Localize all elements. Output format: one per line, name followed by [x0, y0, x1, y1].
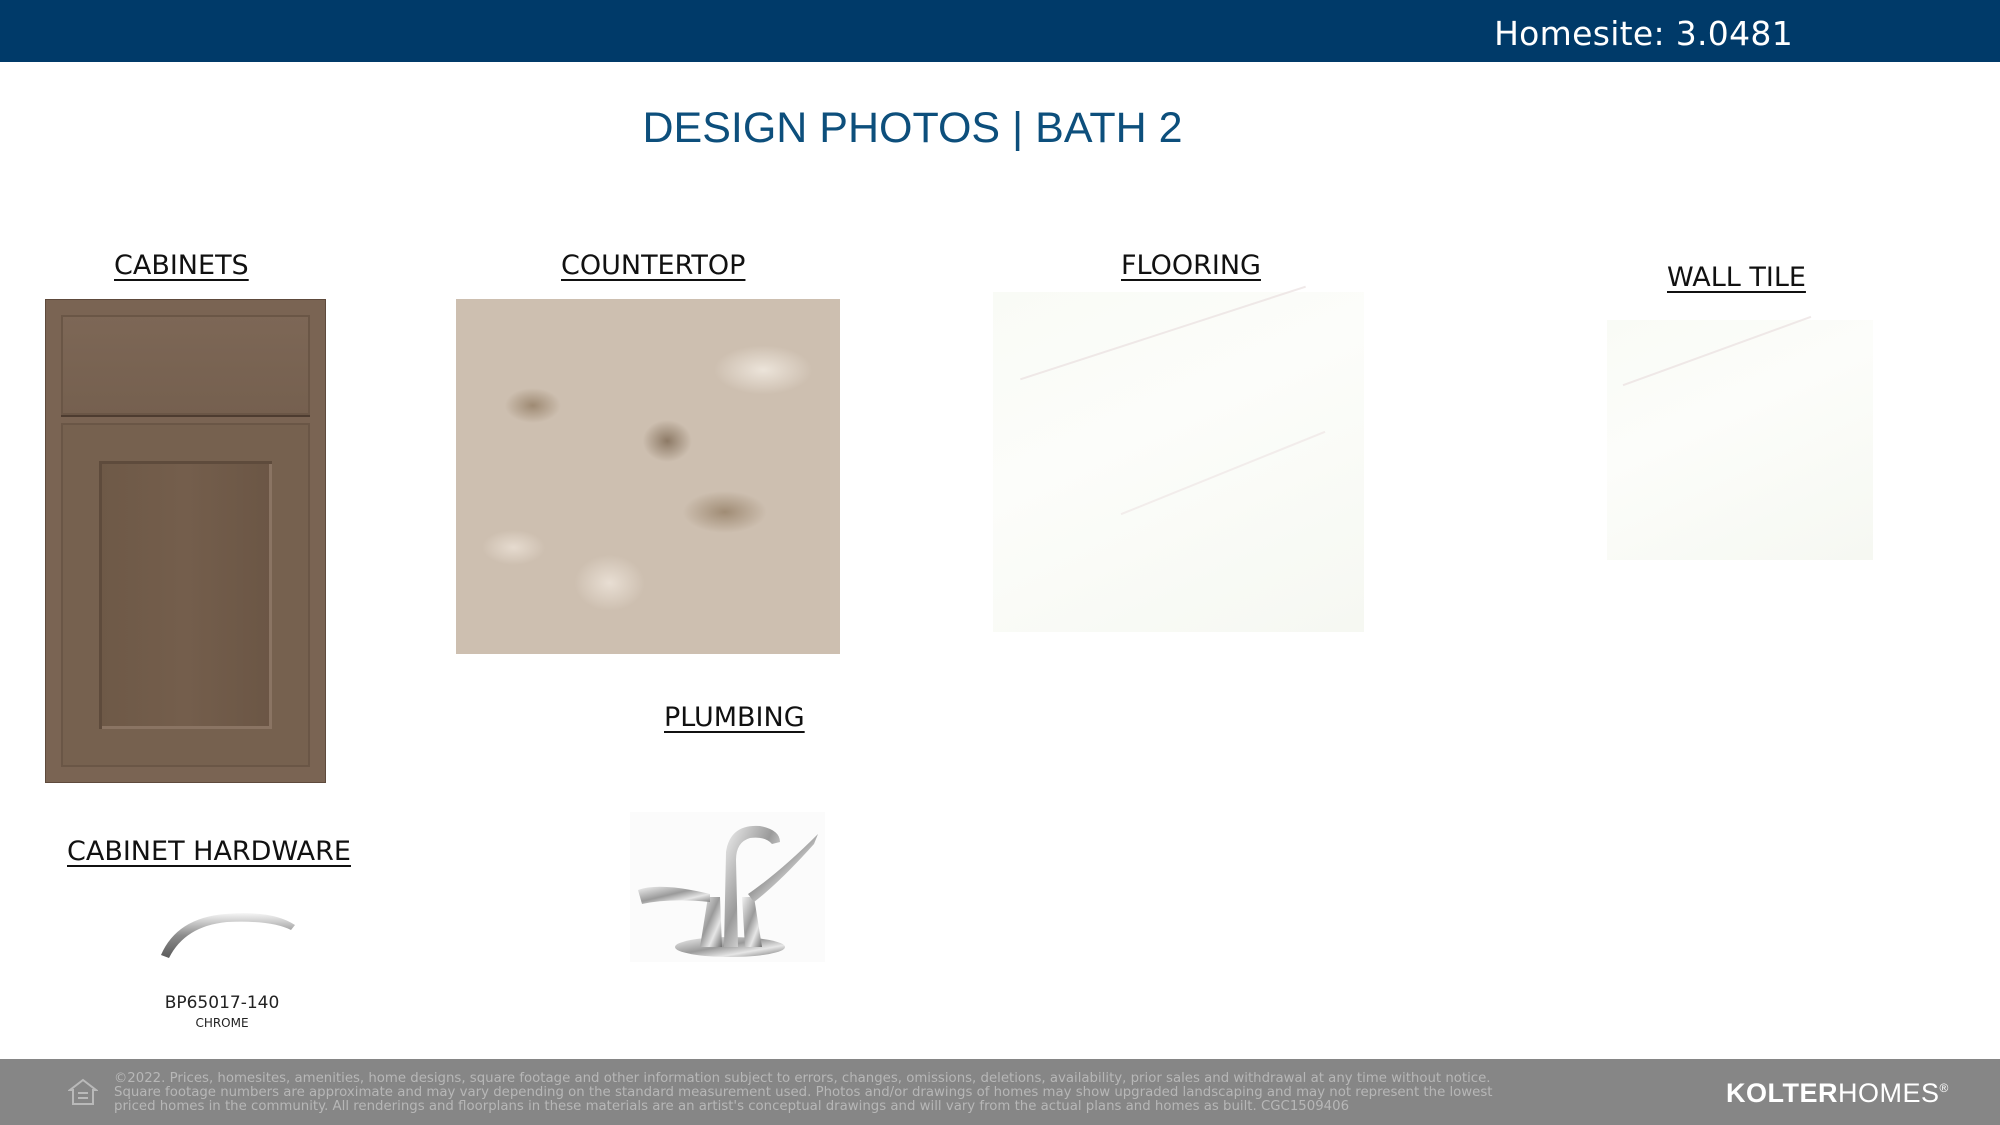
cabinets-heading: CABINETS: [114, 250, 249, 281]
countertop-swatch-image: [456, 299, 840, 654]
logo-bold: KOLTER: [1726, 1078, 1838, 1108]
disclaimer-line: priced homes in the community. All rende…: [114, 1100, 1350, 1114]
disclaimer-line: Square footage numbers are approximate a…: [114, 1086, 1493, 1100]
disclaimer-line: ©2022. Prices, homesites, amenities, hom…: [114, 1072, 1491, 1086]
homesite-label: Homesite: 3.0481: [1494, 14, 1793, 53]
equal-housing-icon: [67, 1077, 99, 1107]
wall-tile-heading: WALL TILE: [1667, 262, 1806, 293]
flooring-heading: FLOORING: [1121, 250, 1261, 281]
cabinet-hardware-heading: CABINET HARDWARE: [67, 836, 351, 867]
hardware-part-number: BP65017-140: [164, 993, 280, 1013]
cabinet-door-image: [45, 299, 326, 783]
kolter-homes-logo: KOLTERHOMES®: [1726, 1078, 1949, 1109]
faucet-image: [630, 812, 825, 962]
page-title: DESIGN PHOTOS | BATH 2: [642, 104, 1183, 152]
cabinet-drawer-front: [61, 315, 310, 415]
logo-regular: HOMES: [1838, 1078, 1940, 1108]
cabinet-pull-image: [155, 900, 300, 960]
wall-tile-swatch-image: [1607, 320, 1873, 560]
plumbing-heading: PLUMBING: [664, 702, 805, 733]
footer-disclaimer: ©2022. Prices, homesites, amenities, hom…: [114, 1072, 1714, 1114]
logo-registered-mark: ®: [1939, 1081, 1949, 1095]
cabinet-door-frame: [61, 423, 310, 767]
header-bar: Homesite: 3.0481: [0, 0, 2000, 62]
footer-bar: ©2022. Prices, homesites, amenities, hom…: [0, 1059, 2000, 1125]
hardware-finish: CHROME: [195, 1016, 249, 1030]
countertop-heading: COUNTERTOP: [561, 250, 746, 281]
cabinet-door-panel: [99, 461, 272, 729]
flooring-swatch-image: [993, 292, 1364, 632]
